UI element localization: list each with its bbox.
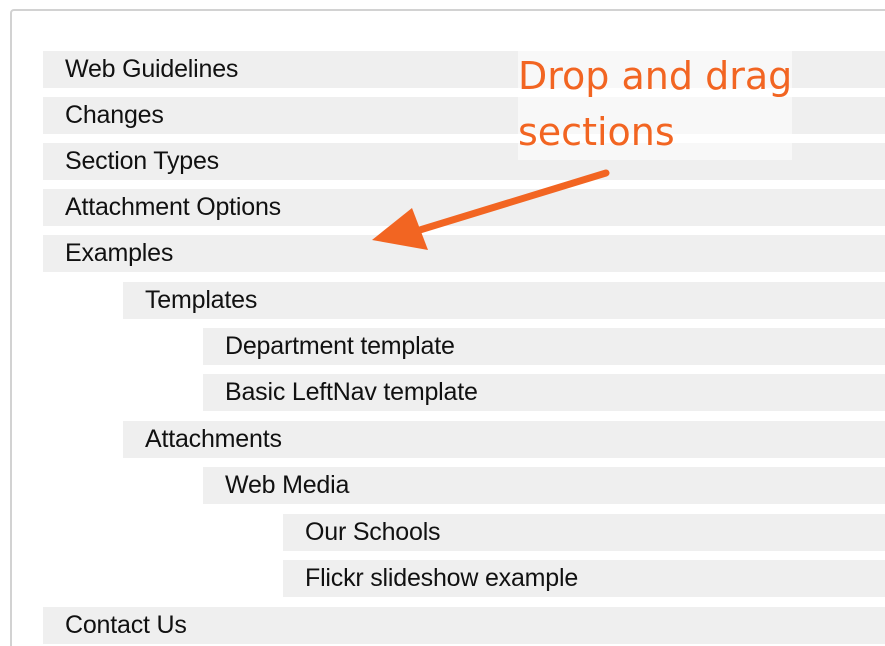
section-row-attachments[interactable]: Attachments [123, 421, 885, 458]
section-label: Section Types [65, 147, 219, 175]
section-label: Attachments [145, 425, 282, 453]
section-row-templates[interactable]: Templates [123, 282, 885, 319]
section-row-contact-us[interactable]: Contact Us [43, 607, 885, 644]
section-label: Templates [145, 286, 258, 314]
section-label: Attachment Options [65, 193, 281, 221]
section-row-basic-leftnav-template[interactable]: Basic LeftNav template [203, 374, 885, 411]
section-label: Contact Us [65, 611, 187, 639]
section-row-attachment-options[interactable]: Attachment Options [43, 189, 885, 226]
section-label: Our Schools [305, 518, 441, 546]
section-row-examples[interactable]: Examples [43, 235, 885, 272]
section-label: Web Guidelines [65, 55, 239, 83]
section-label: Examples [65, 239, 174, 267]
section-row-flickr-slideshow-example[interactable]: Flickr slideshow example [283, 560, 885, 597]
section-row-department-template[interactable]: Department template [203, 328, 885, 365]
annotation-line-1: Drop and drag [518, 54, 793, 98]
section-label: Web Media [225, 471, 350, 499]
section-label: Flickr slideshow example [305, 564, 579, 592]
annotation-line-2: sections [518, 110, 675, 154]
section-label: Department template [225, 332, 455, 360]
section-row-web-media[interactable]: Web Media [203, 467, 885, 504]
section-row-our-schools[interactable]: Our Schools [283, 514, 885, 551]
drag-drop-annotation: Drop and drag sections [518, 48, 793, 160]
section-label: Basic LeftNav template [225, 378, 478, 406]
section-label: Changes [65, 101, 164, 129]
